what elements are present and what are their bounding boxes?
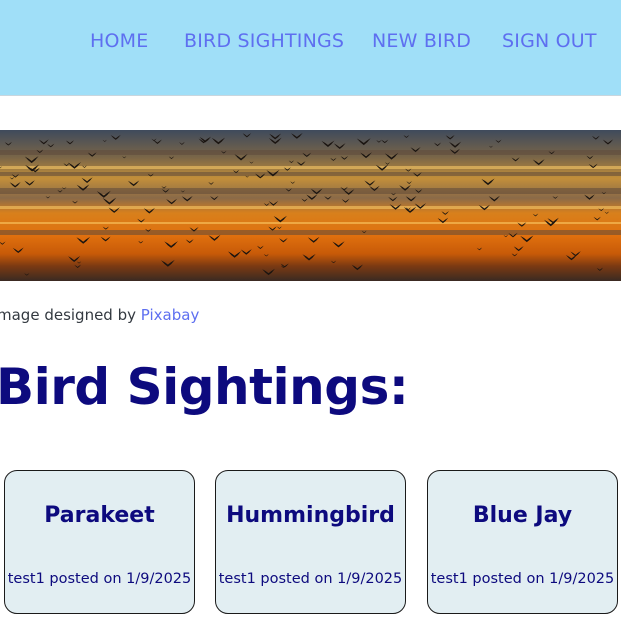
nav-home-link[interactable]: HOME bbox=[90, 30, 148, 52]
card-post-info: test1 posted on 1/9/2025 bbox=[7, 571, 192, 587]
image-credit: mage designed by Pixabay bbox=[0, 306, 199, 324]
nav-new-bird-link[interactable]: NEW BIRD bbox=[372, 30, 471, 52]
nav-sign-out-link[interactable]: SIGN OUT bbox=[502, 30, 597, 52]
top-navbar: HOME BIRD SIGHTINGS NEW BIRD SIGN OUT bbox=[0, 0, 621, 96]
pixabay-link[interactable]: Pixabay bbox=[141, 306, 200, 324]
sighting-card[interactable]: Hummingbird test1 posted on 1/9/2025 bbox=[215, 470, 406, 614]
card-bird-name: Blue Jay bbox=[472, 503, 573, 528]
image-credit-text: mage designed by bbox=[0, 306, 141, 324]
card-bird-name: Hummingbird bbox=[226, 503, 395, 528]
nav-bird-sightings-link[interactable]: BIRD SIGHTINGS bbox=[184, 30, 344, 52]
sighting-card[interactable]: Parakeet test1 posted on 1/9/2025 bbox=[4, 470, 195, 614]
card-post-info: test1 posted on 1/9/2025 bbox=[218, 571, 403, 587]
sighting-card[interactable]: Blue Jay test1 posted on 1/9/2025 bbox=[427, 470, 618, 614]
card-bird-name: Parakeet bbox=[44, 503, 155, 528]
page-title: Bird Sightings: bbox=[0, 358, 409, 416]
card-post-info: test1 posted on 1/9/2025 bbox=[430, 571, 615, 587]
hero-banner-image bbox=[0, 130, 621, 281]
